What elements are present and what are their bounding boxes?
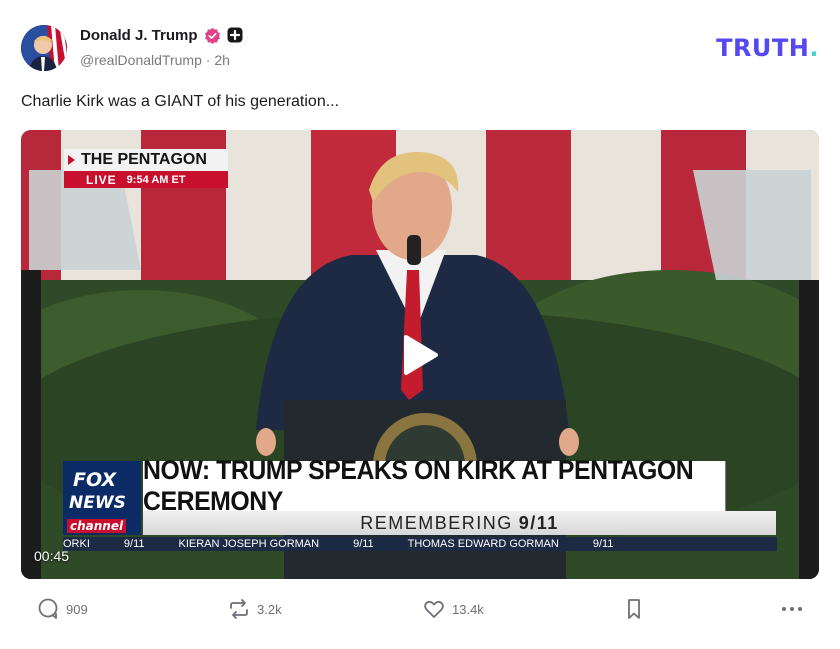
ticker-item: 9/11 <box>592 538 614 550</box>
bookmark-button[interactable] <box>624 598 651 620</box>
ticker-item: 9/11 <box>353 538 374 550</box>
video-duration: 00:45 <box>34 548 70 564</box>
subline-bold: 9/11 <box>518 512 559 533</box>
ticker-item: 9/11 <box>123 538 145 550</box>
plus-badge-icon <box>227 27 243 43</box>
retruth-button[interactable]: 3.2k <box>228 598 282 620</box>
live-time: 9:54 AM ET <box>126 173 186 186</box>
fox-news-logo: FOX NEWS channel <box>63 461 141 535</box>
live-bar: LIVE 9:54 AM ET <box>64 171 228 188</box>
reply-icon <box>38 598 58 619</box>
post-text: Charlie Kirk was a GIANT of his generati… <box>21 93 340 110</box>
subline: REMEMBERING 9/11 <box>143 511 776 535</box>
more-button[interactable] <box>780 598 811 620</box>
lower-third: FOX NEWS channel NOW: TRUMP SPEAKS ON KI… <box>63 455 777 551</box>
retruth-count: 3.2k <box>257 601 282 617</box>
author-handle[interactable]: @realDonaldTrump <box>80 52 202 68</box>
meta-separator: · <box>201 52 215 68</box>
location-title: THE PENTAGON <box>64 149 228 171</box>
author-name[interactable]: Donald J. Trump <box>80 27 198 44</box>
author-block: Donald J. Trump @realDonaldTrump · 2h <box>80 25 243 68</box>
network-line1: FOX <box>73 469 117 491</box>
network-line3: channel <box>67 519 127 533</box>
brand-name: TRUTH <box>716 34 810 62</box>
verified-badge-icon <box>204 27 220 44</box>
action-bar: 909 3.2k 13.4k <box>0 598 840 628</box>
reply-button[interactable]: 909 <box>37 598 88 620</box>
more-icon <box>782 607 802 611</box>
brand-dot: . <box>809 34 819 62</box>
truth-logo: TRUTH. <box>716 34 819 62</box>
ticker-item: THOMAS EDWARD GORMAN <box>407 538 559 550</box>
headline: NOW: TRUMP SPEAKS ON KIRK AT PENTAGON CE… <box>143 455 726 516</box>
video-player[interactable]: THE PENTAGON LIVE 9:54 AM ET FOX NEWS cha… <box>21 130 819 579</box>
handle-row: @realDonaldTrump · 2h <box>80 52 243 68</box>
network-line2: NEWS <box>69 493 126 513</box>
retruth-icon <box>230 599 248 619</box>
location-triangle-icon <box>68 155 75 165</box>
play-button[interactable] <box>388 327 452 383</box>
post-time[interactable]: 2h <box>214 52 230 68</box>
ticker: ORKI 9/11 KIERAN JOSEPH GORMAN 9/11 THOM… <box>63 537 777 551</box>
bookmark-icon <box>628 599 640 619</box>
ticker-item: KIERAN JOSEPH GORMAN <box>178 538 320 550</box>
like-icon <box>424 600 444 618</box>
reply-count: 909 <box>66 601 88 617</box>
avatar[interactable] <box>21 25 67 71</box>
like-button[interactable]: 13.4k <box>423 598 484 620</box>
location-title-text: THE PENTAGON <box>81 151 207 168</box>
live-label: LIVE <box>86 172 117 187</box>
play-icon <box>404 335 438 375</box>
like-count: 13.4k <box>452 601 484 617</box>
subline-prefix: REMEMBERING <box>360 512 513 533</box>
